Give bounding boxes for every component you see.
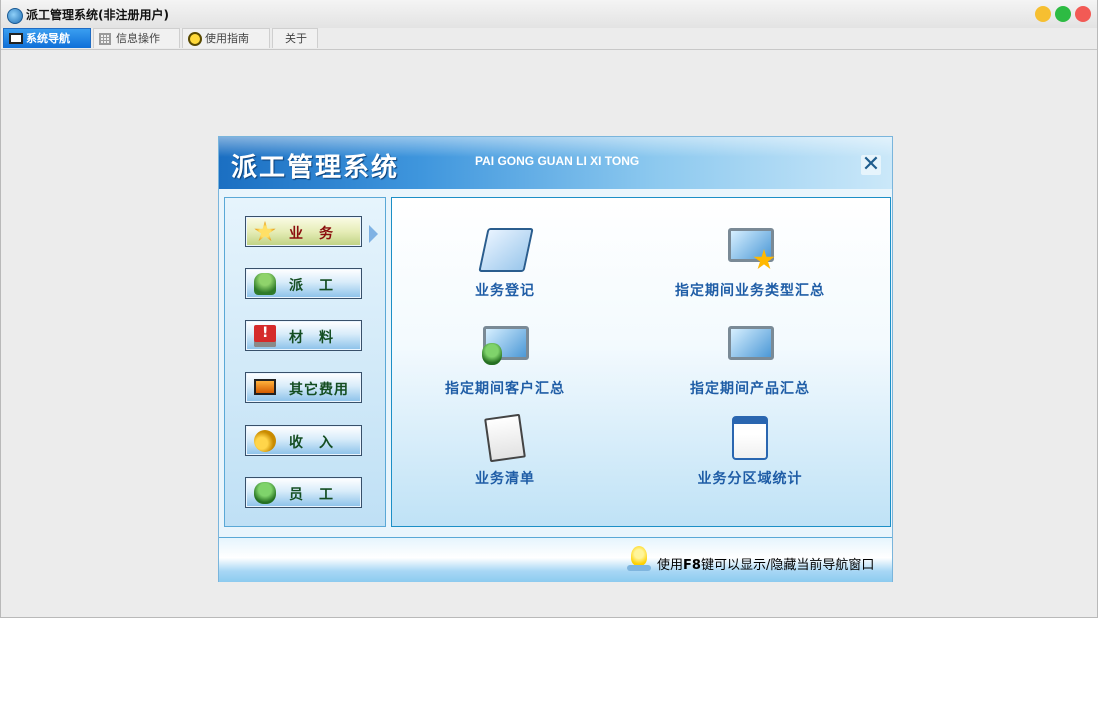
function-business-list[interactable]: 业务清单 [395, 413, 615, 490]
register-book-icon [478, 228, 534, 272]
monitor-people-icon [482, 326, 529, 365]
category-materials-button[interactable]: 材料 [245, 320, 362, 351]
coins-icon [254, 430, 276, 452]
tab-user-guide[interactable]: 使用指南 [182, 28, 270, 48]
close-window-button[interactable] [1075, 6, 1091, 22]
tab-about[interactable]: 关于 [272, 28, 318, 48]
maximize-button[interactable] [1055, 6, 1071, 22]
function-business-register[interactable]: 业务登记 [395, 228, 615, 302]
status-key: F8 [683, 558, 701, 573]
tab-system-navigation[interactable]: 系统导航 [3, 28, 91, 48]
tab-label: 使用指南 [205, 32, 249, 45]
status-bar: 使用F8键可以显示/隐藏当前导航窗口 [219, 537, 892, 582]
navigation-panel: 派工管理系统 PAI GONG GUAN LI XI TONG ✕ 业务 派工 … [218, 136, 893, 582]
worker-icon [254, 273, 276, 295]
status-suffix: 键可以显示/隐藏当前导航窗口 [700, 558, 875, 573]
status-prefix: 使用 [657, 558, 684, 573]
category-label: 其它费用 [289, 382, 349, 398]
function-label: 指定期间业务类型汇总 [675, 283, 825, 299]
category-pane: 业务 派工 材料 其它费用 收入 员工 [224, 197, 386, 527]
lightbulb-icon [631, 546, 647, 566]
function-period-product-summary[interactable]: 指定期间产品汇总 [640, 326, 860, 400]
minimize-button[interactable] [1035, 6, 1051, 22]
function-period-business-type-summary[interactable]: 指定期间业务类型汇总 [640, 228, 860, 302]
app-window: 派工管理系统(非注册用户) 系统导航 信息操作 使用指南 关于 派工管理系统 P… [0, 0, 1098, 618]
category-dispatch-button[interactable]: 派工 [245, 268, 362, 299]
monitor-icon [254, 379, 276, 395]
status-hint: 使用F8键可以显示/隐藏当前导航窗口 [657, 554, 874, 573]
active-category-arrow-icon [369, 225, 378, 243]
function-pane: 业务登记 指定期间业务类型汇总 指定期间客户汇总 指定期间产品汇总 业务清单 业… [391, 197, 891, 527]
title-bar: 派工管理系统(非注册用户) [1, 0, 1097, 28]
function-label: 指定期间产品汇总 [690, 381, 810, 397]
star-icon [254, 221, 276, 242]
category-label: 员工 [289, 487, 349, 503]
alert-icon [254, 325, 276, 347]
category-business-button[interactable]: 业务 [245, 216, 362, 247]
navigation-header: 派工管理系统 PAI GONG GUAN LI XI TONG ✕ [219, 137, 892, 189]
function-label: 业务清单 [475, 471, 535, 487]
clock-icon [188, 32, 202, 46]
notebook-icon [484, 413, 526, 463]
navigation-title: 派工管理系统 [231, 153, 400, 183]
navigation-subtitle: PAI GONG GUAN LI XI TONG [475, 154, 640, 168]
category-label: 业务 [289, 226, 349, 242]
category-income-button[interactable]: 收入 [245, 425, 362, 456]
lightbulb-base [627, 565, 651, 571]
category-label: 收入 [289, 435, 349, 451]
function-period-customer-summary[interactable]: 指定期间客户汇总 [395, 326, 615, 400]
app-logo-icon [7, 8, 23, 24]
tab-info-operations[interactable]: 信息操作 [93, 28, 180, 48]
people-icon [254, 482, 276, 504]
function-label: 指定期间客户汇总 [445, 381, 565, 397]
monitor-star-icon [728, 228, 774, 262]
function-business-region-statistics[interactable]: 业务分区域统计 [640, 416, 860, 490]
tab-bar: 系统导航 信息操作 使用指南 关于 [1, 28, 1097, 50]
calendar-icon [732, 416, 768, 460]
category-other-expenses-button[interactable]: 其它费用 [245, 372, 362, 403]
tab-label: 信息操作 [116, 32, 160, 45]
monitor-icon [9, 33, 23, 44]
function-label: 业务分区域统计 [697, 471, 803, 487]
category-employees-button[interactable]: 员工 [245, 477, 362, 508]
category-label: 材料 [289, 330, 349, 346]
grid-icon [99, 33, 111, 45]
tab-label: 关于 [285, 32, 307, 45]
window-title: 派工管理系统(非注册用户) [26, 8, 169, 22]
function-label: 业务登记 [475, 283, 535, 299]
category-label: 派工 [289, 278, 349, 294]
tab-label: 系统导航 [26, 32, 70, 45]
monitor-icon [728, 326, 774, 360]
close-panel-button[interactable]: ✕ [861, 154, 881, 176]
